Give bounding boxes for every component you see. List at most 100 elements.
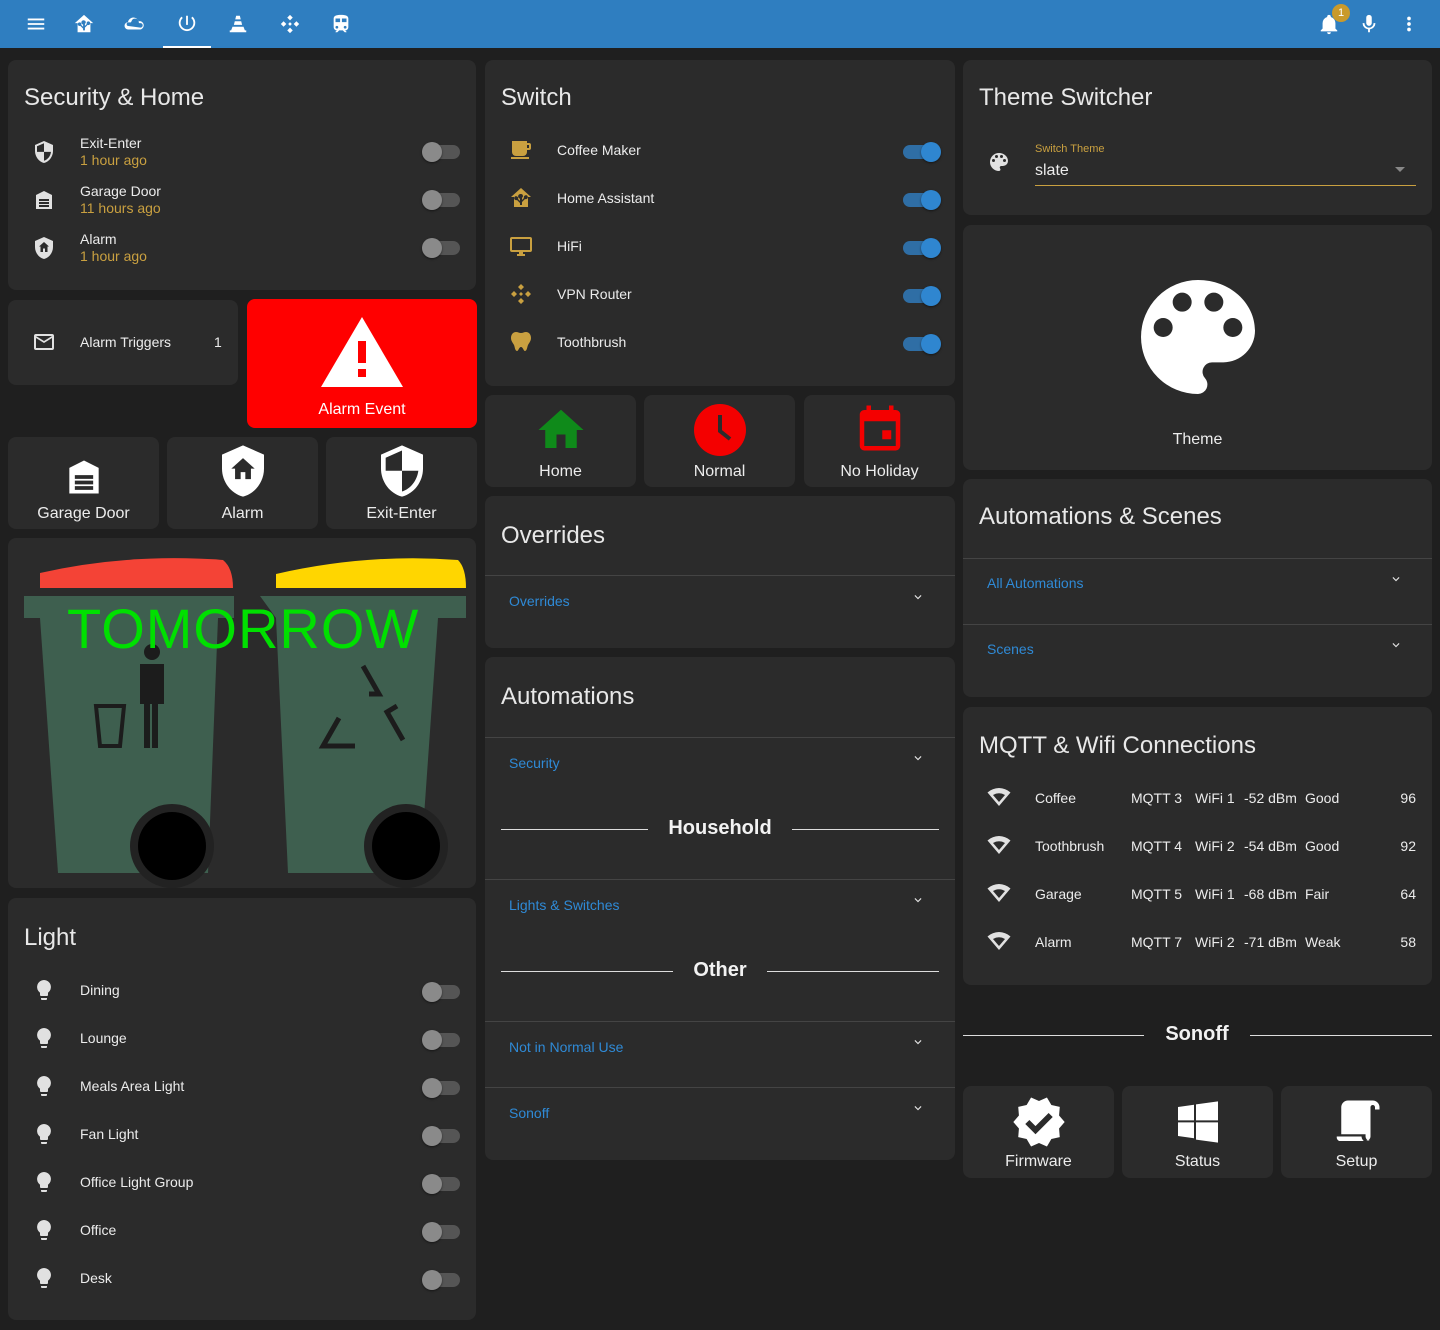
sonoff-expander[interactable]: Sonoff — [485, 1088, 955, 1136]
cloud-icon[interactable] — [110, 0, 158, 48]
sonoff-divider-title: Sonoff — [1165, 1023, 1229, 1045]
light-toggle[interactable] — [422, 982, 460, 1002]
security-item-name: Garage Door — [80, 183, 161, 199]
setup-button[interactable]: Setup — [1281, 1086, 1432, 1178]
lightbulb-icon[interactable] — [32, 1026, 56, 1050]
firmware-button[interactable]: Firmware — [963, 1086, 1114, 1178]
email-outline-icon — [32, 330, 56, 354]
power-icon[interactable] — [163, 0, 211, 48]
lightbulb-icon[interactable] — [32, 1074, 56, 1098]
status-button[interactable]: Status — [1122, 1086, 1273, 1178]
more-vert-icon[interactable] — [1385, 0, 1433, 48]
not-normal-use-expander[interactable]: Not in Normal Use — [485, 1022, 955, 1070]
kodi-icon[interactable] — [509, 282, 533, 306]
alarm-triggers-card[interactable]: Alarm Triggers 1 — [8, 300, 238, 385]
home-icon — [534, 403, 588, 457]
exit-enter-button[interactable]: Exit-Enter — [326, 437, 477, 529]
mqtt-dbm: -54 dBm — [1244, 838, 1297, 854]
light-toggle[interactable] — [422, 1030, 460, 1050]
exit-enter-toggle[interactable] — [422, 142, 460, 162]
shield-half-icon[interactable] — [32, 140, 56, 164]
toothbrush-toggle[interactable] — [903, 334, 941, 354]
light-toggle[interactable] — [422, 1222, 460, 1242]
mqtt-wifi: WiFi 1 — [1195, 790, 1235, 806]
mqtt-name: Coffee — [1035, 790, 1076, 806]
garage-icon[interactable] — [32, 188, 56, 212]
mqtt-pct: 96 — [1400, 790, 1416, 806]
vlc-cone-icon[interactable] — [214, 0, 262, 48]
home-assistant-icon[interactable] — [60, 0, 108, 48]
other-divider-title: Other — [693, 959, 747, 981]
mqtt-quality: Weak — [1305, 934, 1341, 950]
monitor-icon[interactable] — [509, 234, 533, 258]
status-label: Status — [1174, 1153, 1221, 1170]
coffee-icon[interactable] — [509, 138, 533, 162]
lightbulb-icon[interactable] — [32, 1170, 56, 1194]
light-toggle[interactable] — [422, 1078, 460, 1098]
lightbulb-icon[interactable] — [32, 978, 56, 1002]
chevron-down-icon — [914, 898, 922, 903]
switch-card: Switch Coffee Maker Home Assistant HiFi … — [485, 60, 955, 386]
household-divider-title: Household — [668, 817, 772, 839]
coffee-maker-toggle[interactable] — [903, 142, 941, 162]
kodi-icon[interactable] — [266, 0, 314, 48]
mqtt-wifi: WiFi 2 — [1195, 934, 1235, 950]
vpn-router-toggle[interactable] — [903, 286, 941, 306]
mqtt-name: Alarm — [1035, 934, 1072, 950]
lightbulb-icon[interactable] — [32, 1122, 56, 1146]
holiday-mode-button[interactable]: No Holiday — [804, 395, 955, 487]
card-title: Automations — [501, 683, 635, 710]
normal-mode-button[interactable]: Normal — [644, 395, 795, 487]
overrides-expander[interactable]: Overrides — [485, 576, 955, 624]
garage-door-toggle[interactable] — [422, 190, 460, 210]
shield-home-icon[interactable] — [32, 236, 56, 260]
light-toggle[interactable] — [422, 1270, 460, 1290]
automations-scenes-card: Automations & Scenes All Automations Sce… — [963, 479, 1432, 697]
security-item-time: 1 hour ago — [80, 152, 147, 168]
switch-item-name: Toothbrush — [557, 334, 627, 350]
all-automations-expander[interactable]: All Automations — [963, 559, 1432, 607]
security-item-time: 1 hour ago — [80, 248, 147, 264]
mqtt-pct: 58 — [1400, 934, 1416, 950]
normal-mode-label: Normal — [693, 463, 746, 480]
alarm-toggle[interactable] — [422, 238, 460, 258]
lightbulb-icon[interactable] — [32, 1218, 56, 1242]
scenes-expander[interactable]: Scenes — [963, 625, 1432, 673]
tooth-icon[interactable] — [509, 330, 533, 354]
light-toggle[interactable] — [422, 1174, 460, 1194]
expander-label: All Automations — [987, 575, 1084, 591]
chevron-down-icon — [914, 1106, 922, 1111]
lights-switches-expander[interactable]: Lights & Switches — [485, 880, 955, 928]
train-icon[interactable] — [317, 0, 365, 48]
alarm-button[interactable]: Alarm — [167, 437, 318, 529]
wifi-icon — [987, 929, 1011, 953]
security-item-name: Alarm — [80, 231, 117, 247]
home-assistant-toggle[interactable] — [903, 190, 941, 210]
alarm-triggers-value: 1 — [214, 334, 222, 350]
lightbulb-icon[interactable] — [32, 1266, 56, 1290]
menu-icon[interactable] — [12, 0, 60, 48]
expander-label: Sonoff — [509, 1105, 550, 1121]
alarm-event-label: Alarm Event — [318, 401, 406, 418]
palette-icon — [1122, 261, 1274, 413]
home-assistant-icon[interactable] — [509, 186, 533, 210]
mqtt-wifi: WiFi 2 — [1195, 838, 1235, 854]
clock-icon — [693, 403, 747, 457]
theme-switcher-card: Theme Switcher Switch Theme slate — [963, 60, 1432, 215]
bin-collection-card[interactable]: TOMORROW — [8, 538, 476, 888]
card-title: Switch — [501, 84, 572, 111]
alarm-event-button[interactable]: Alarm Event — [247, 299, 477, 428]
theme-button-label: Theme — [1172, 431, 1223, 448]
mqtt-mqtt: MQTT 7 — [1131, 934, 1183, 950]
light-item-name: Dining — [80, 982, 120, 998]
chevron-down-icon — [914, 1040, 922, 1045]
chevron-down-icon — [1392, 643, 1400, 648]
home-mode-button[interactable]: Home — [485, 395, 636, 487]
theme-select[interactable]: Switch Theme slate — [1035, 138, 1416, 186]
garage-door-button[interactable]: Garage Door — [8, 437, 159, 529]
wifi-icon — [987, 785, 1011, 809]
light-toggle[interactable] — [422, 1126, 460, 1146]
security-expander[interactable]: Security — [485, 738, 955, 786]
theme-button[interactable]: Theme — [963, 225, 1432, 470]
hifi-toggle[interactable] — [903, 238, 941, 258]
